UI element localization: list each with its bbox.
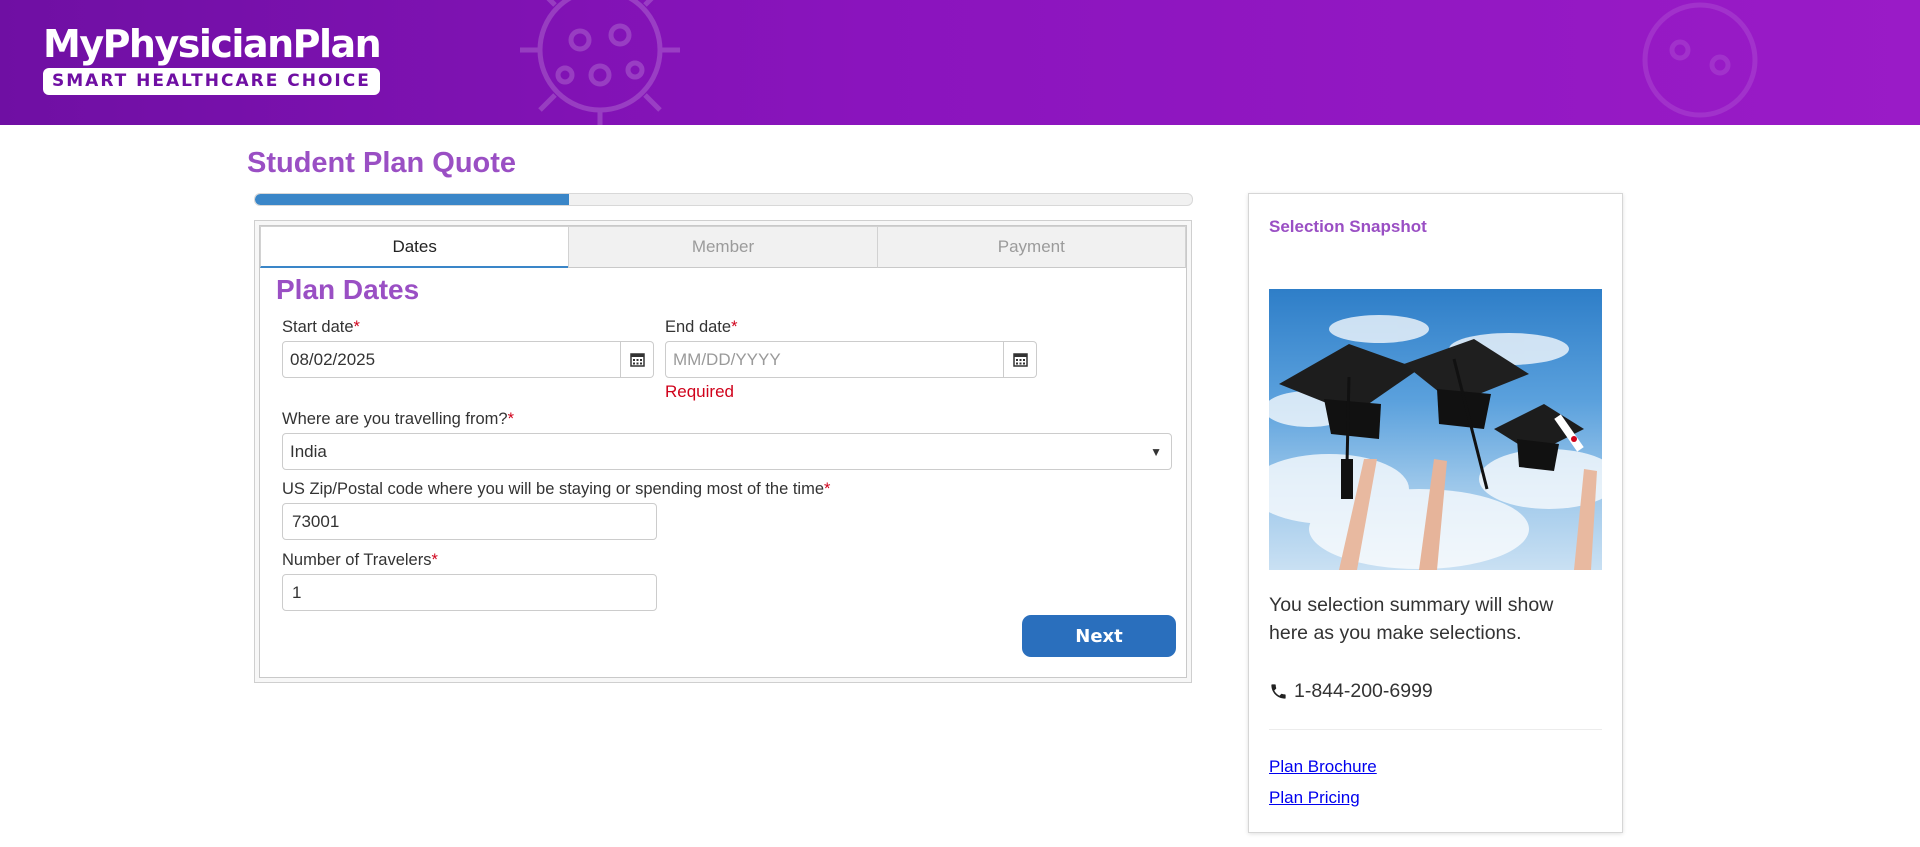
dropdown-arrow-icon: ▼	[1150, 444, 1162, 459]
end-date-error: Required	[665, 382, 734, 401]
next-button[interactable]: Next	[1022, 615, 1176, 657]
required-mark: *	[731, 318, 738, 336]
end-date-label: End date*	[665, 318, 737, 337]
tab-member[interactable]: Member	[568, 226, 878, 268]
phone-contact[interactable]: 1-844-200-6999	[1269, 680, 1433, 703]
calendar-icon	[1012, 353, 1028, 367]
travelling-from-label-text: Where are you travelling from?	[282, 410, 508, 428]
phone-icon	[1271, 684, 1286, 699]
required-mark: *	[431, 551, 438, 569]
end-date-picker: MM/DD/YYYY	[665, 341, 1037, 378]
quote-form-card: Dates Member Payment Plan Dates Start da…	[254, 220, 1192, 683]
step-tabs: Dates Member Payment	[260, 226, 1186, 268]
travelers-label-text: Number of Travelers	[282, 551, 432, 569]
logo-subtitle: SMART HEALTHCARE CHOICE	[43, 68, 380, 95]
end-date-input[interactable]: MM/DD/YYYY	[665, 341, 1004, 378]
sidebar-divider	[1269, 729, 1602, 730]
required-mark: *	[353, 318, 360, 336]
graduation-caps-illustration	[1269, 315, 1602, 570]
page-title: Student Plan Quote	[247, 147, 517, 179]
end-date-calendar-button[interactable]	[1004, 341, 1037, 378]
required-mark: *	[824, 480, 831, 498]
tab-payment[interactable]: Payment	[876, 226, 1186, 268]
start-date-picker: 08/02/2025	[282, 341, 654, 378]
progress-fill	[255, 194, 569, 205]
selection-snapshot-panel: Selection Snapshot You selection summary…	[1248, 193, 1623, 833]
header-banner: MyPhysicianPlan SMART HEALTHCARE CHOICE	[0, 0, 1920, 125]
end-date-label-text: End date	[665, 318, 732, 336]
tab-dates[interactable]: Dates	[260, 226, 570, 268]
required-mark: *	[507, 410, 515, 428]
section-title: Plan Dates	[276, 274, 420, 305]
progress-bar	[254, 193, 1193, 206]
zip-label-text: US Zip/Postal code where you will be sta…	[282, 480, 825, 498]
start-date-label-text: Start date	[282, 318, 354, 336]
logo-title: MyPhysicianPlan	[43, 22, 382, 66]
start-date-input[interactable]: 08/02/2025	[282, 341, 621, 378]
quote-form-inner: Dates Member Payment Plan Dates Start da…	[259, 225, 1187, 678]
start-date-calendar-button[interactable]	[621, 341, 654, 378]
virus-pattern-decoration	[520, 0, 680, 125]
plan-pricing-link[interactable]: Plan Pricing	[1269, 788, 1360, 808]
travelling-from-label: Where are you travelling from?*	[282, 410, 514, 429]
phone-number: 1-844-200-6999	[1294, 680, 1433, 702]
snapshot-title: Selection Snapshot	[1269, 217, 1427, 236]
site-logo[interactable]: MyPhysicianPlan SMART HEALTHCARE CHOICE	[43, 22, 382, 95]
zip-label: US Zip/Postal code where you will be sta…	[282, 480, 830, 499]
zip-input[interactable]: 73001	[282, 503, 657, 540]
virus-pattern-decoration	[1642, 2, 1758, 118]
travelers-input[interactable]: 1	[282, 574, 657, 611]
plan-brochure-link[interactable]: Plan Brochure	[1269, 757, 1377, 777]
travelling-from-value: India	[290, 441, 327, 461]
travelling-from-select[interactable]: India ▼	[282, 433, 1172, 470]
start-date-label: Start date*	[282, 318, 360, 337]
calendar-icon	[629, 353, 645, 367]
graduation-caps-image	[1269, 289, 1602, 570]
travelers-label: Number of Travelers*	[282, 551, 438, 570]
selection-summary-text: You selection summary will show here as …	[1269, 594, 1554, 644]
